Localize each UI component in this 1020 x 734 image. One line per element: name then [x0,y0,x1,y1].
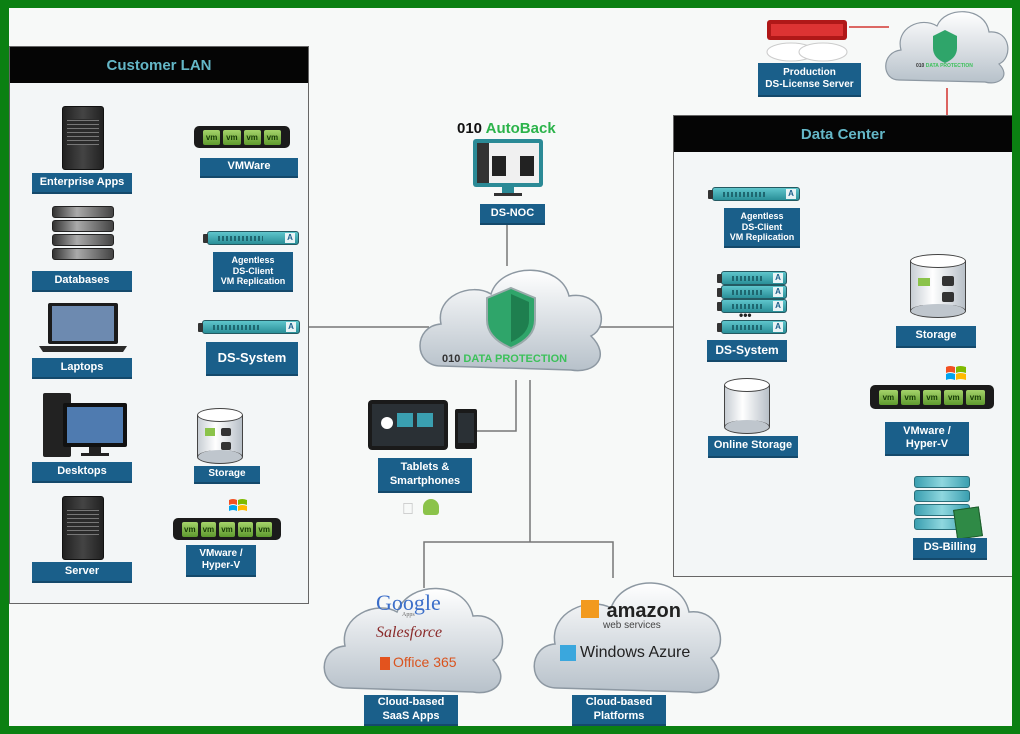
billing-book-icon [953,506,983,540]
label-storage-dc[interactable]: Storage [896,326,976,348]
data-center-title: Data Center [674,116,1012,152]
vmware-hyperv-host-icon: vm vm vm vm vm [173,518,281,540]
label-ds-billing[interactable]: DS-Billing [913,538,987,560]
databases-icon [52,206,114,260]
autoback-prefix: 010 [457,120,483,137]
license-cloud-label: 010 DATA PROTECTION [916,63,973,69]
cloud-prefix: 010 [442,353,461,365]
label-vmware[interactable]: VMWare [200,158,298,178]
salesforce-logo: Salesforce [376,624,443,641]
windows-logo-icon [229,499,247,511]
aws-logo: amazon web services [581,600,681,631]
label-enterprise-apps[interactable]: Enterprise Apps [32,173,132,194]
label-ds-system-lan[interactable]: DS-System [206,342,298,376]
agentless-appliance-icon [203,231,299,245]
label-ds-noc[interactable]: DS-NOC [480,204,545,225]
label-agentless-dsclient-lan[interactable]: Agentless DS-Client VM Replication [213,252,293,292]
apple-logo-icon:  [402,501,414,519]
office365-logo: Office 365 [380,654,457,670]
dc-ds-system-node-1 [717,271,787,285]
online-storage-cylinder-icon [724,378,770,434]
storage-cylinder-icon [197,408,243,464]
dc-ds-system-node-2 [717,285,787,299]
label-platforms[interactable]: Cloud-based Platforms [572,695,666,726]
label-ds-system-dc[interactable]: DS-System [707,340,787,362]
label-laptops[interactable]: Laptops [32,358,132,379]
cloud-name: DATA PROTECTION [463,353,568,365]
ds-noc-monitor-icon [473,139,543,196]
label-server[interactable]: Server [32,562,132,583]
customer-lan-title: Customer LAN [10,47,308,83]
dc-ds-system-node-3 [717,299,787,313]
data-protection-cloud-label: 010 DATA PROTECTION [442,353,567,365]
label-tablets-smartphones[interactable]: Tablets & Smartphones [378,458,472,493]
label-saas-apps[interactable]: Cloud-based SaaS Apps [364,695,458,726]
android-logo-icon [423,499,439,515]
label-vmware-hyperv-dc[interactable]: VMware / Hyper-V [885,422,969,456]
license-cloud[interactable] [881,8,1011,92]
label-license-server[interactable]: Production DS-License Server [758,63,861,97]
tablet-smartphone-icon [368,400,477,450]
line-cloud-tablets [477,380,517,432]
vmware-host-icon: vm vm vm vm [194,126,290,148]
label-vmware-hyperv-lan[interactable]: VMware / Hyper-V [186,545,256,577]
license-cloud-prefix: 010 [916,63,925,69]
google-apps-logo: Google Apps [376,590,441,618]
platforms-cloud[interactable] [527,570,727,702]
laptop-icon [39,303,127,352]
dc-vmware-hyperv-host-icon: vm vm vm vm vm [870,385,994,409]
server-icon [62,496,104,560]
license-server-icon [766,20,848,62]
label-storage-lan[interactable]: Storage [194,466,260,484]
autoback-name: AutoBack [485,120,556,137]
dc-storage-cylinder-icon [910,254,966,318]
label-agentless-dsclient-dc[interactable]: Agentless DS-Client VM Replication [724,208,800,248]
license-cloud-name: DATA PROTECTION [925,63,973,69]
dc-windows-logo-icon [946,366,966,380]
enterprise-server-icon [62,106,104,170]
label-desktops[interactable]: Desktops [32,462,132,483]
label-databases[interactable]: Databases [32,271,132,292]
ds-system-appliance-icon [198,320,300,334]
windows-azure-logo: Windows Azure [560,644,690,662]
autoback-title: 010 AutoBack [457,120,556,137]
dc-agentless-appliance-icon [708,187,800,201]
dc-ds-system-node-n [717,320,787,334]
label-online-storage[interactable]: Online Storage [708,436,798,458]
diagram-canvas: Customer LAN Data Center Enterprise Apps… [9,8,1012,726]
desktop-icon [43,393,127,457]
